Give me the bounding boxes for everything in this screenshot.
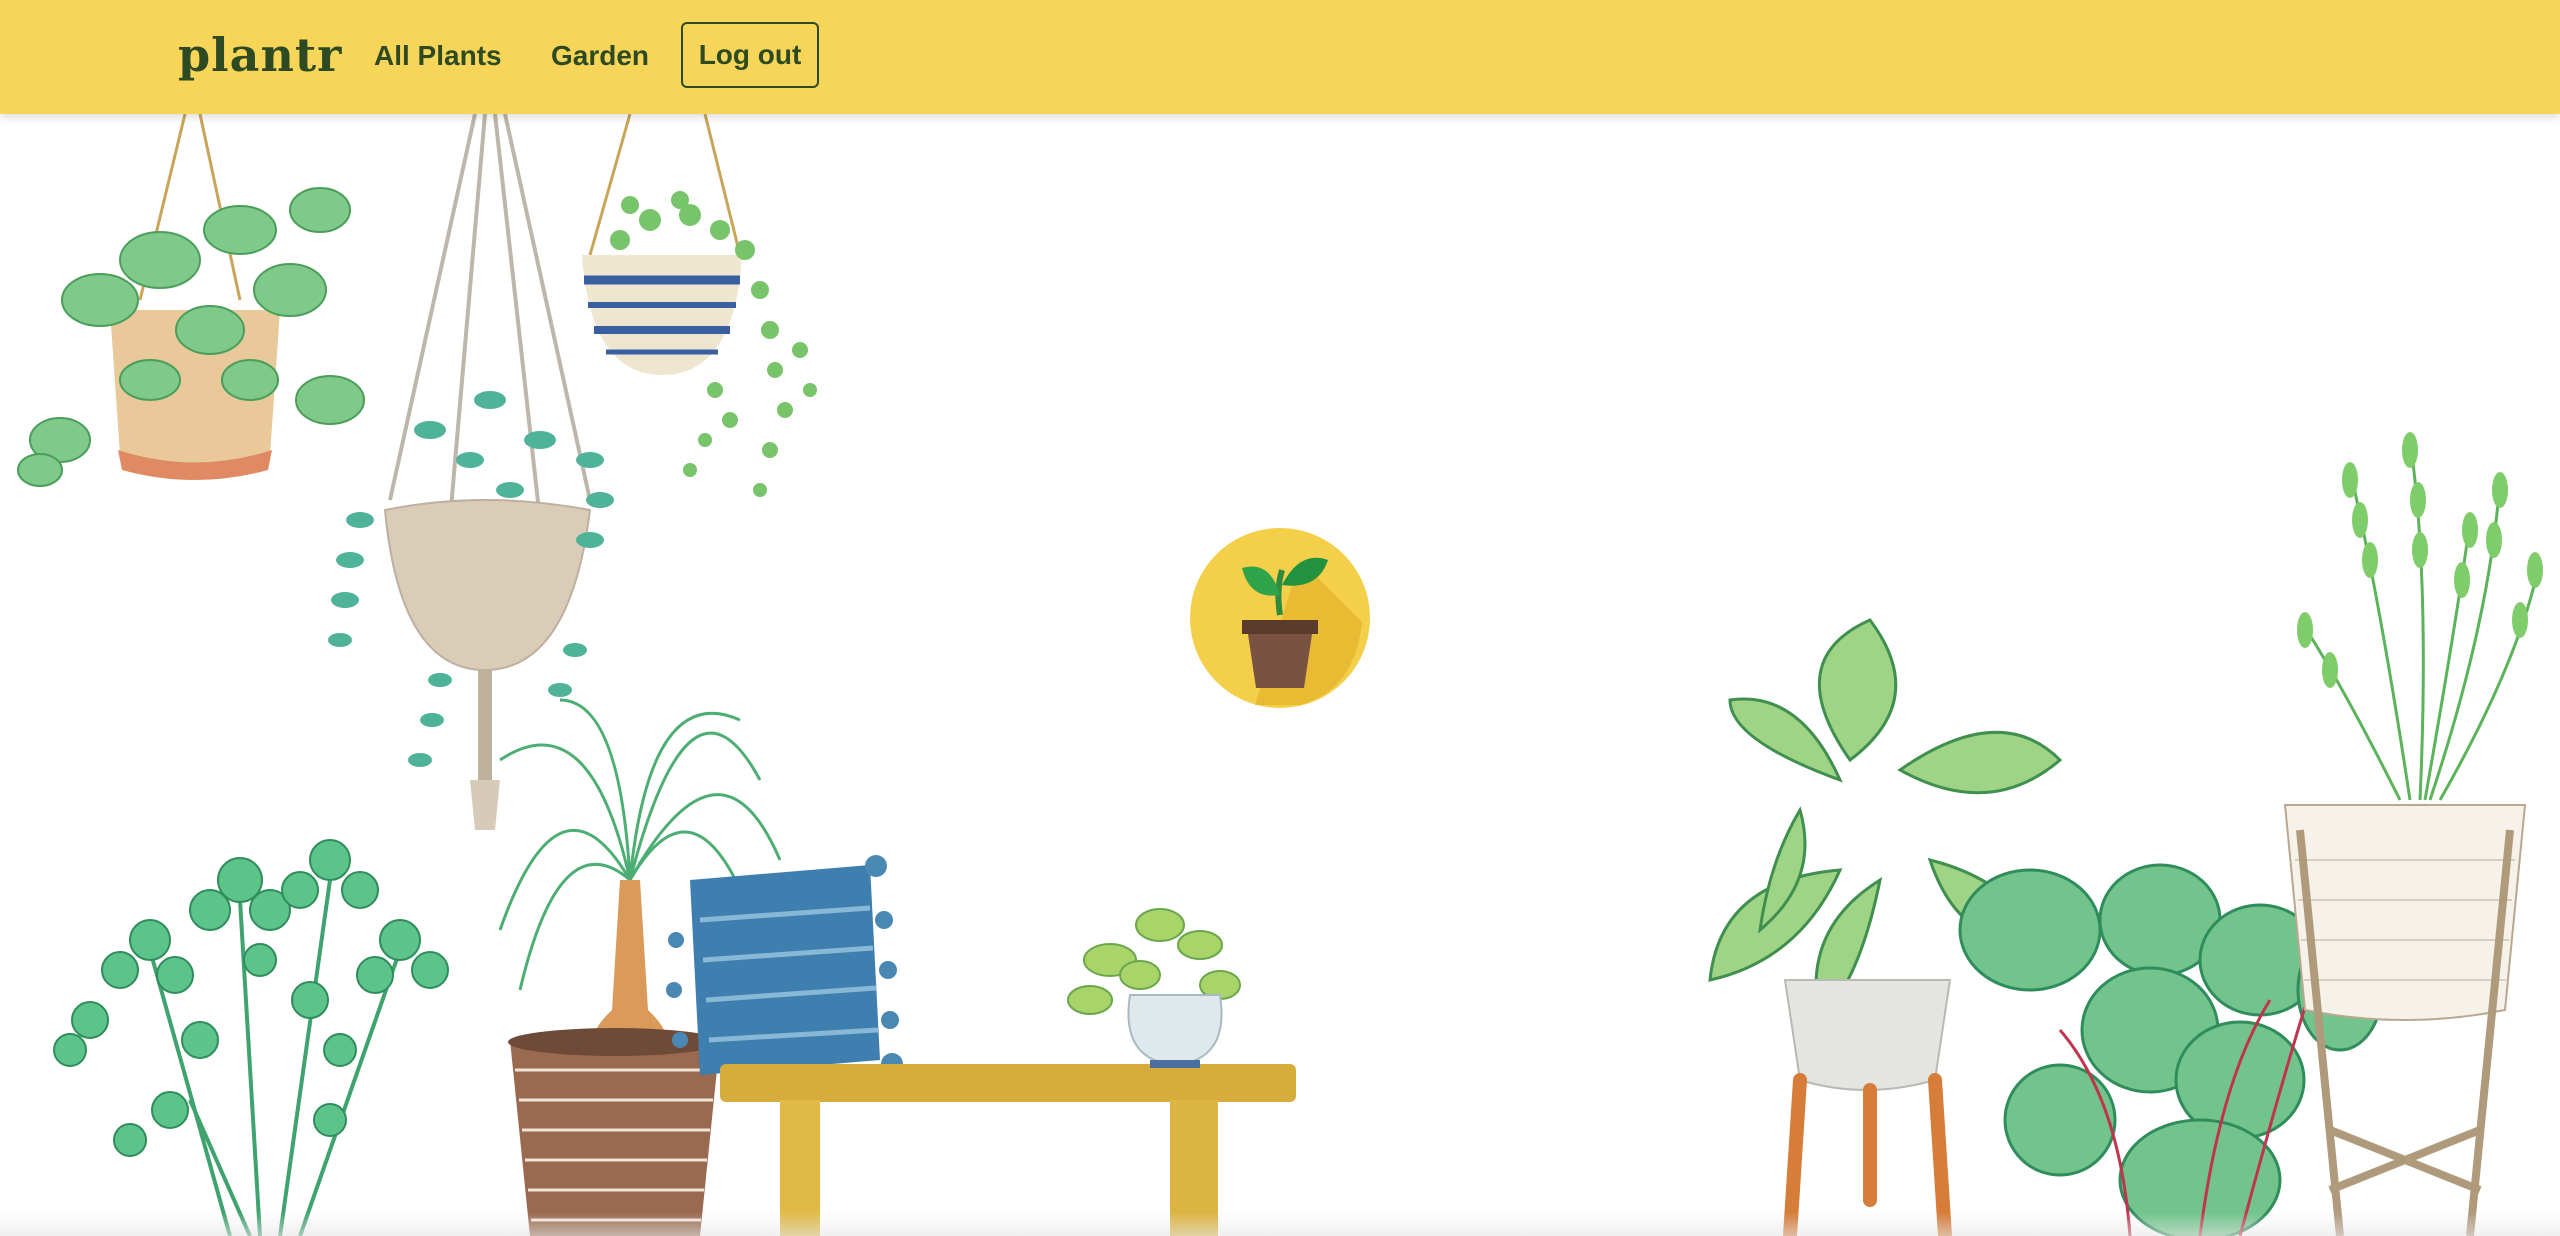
bottom-fade	[0, 1212, 2560, 1236]
wooden-bench-illustration	[720, 1064, 1296, 1236]
tall-plant-planter-illustration	[2283, 432, 2543, 1236]
nav-garden-link[interactable]: Garden	[551, 40, 649, 72]
nav-all-plants-link[interactable]: All Plants	[374, 40, 502, 72]
blue-pillow-illustration	[666, 855, 903, 1075]
clover-plant-illustration	[53, 839, 449, 1236]
top-navbar: plantr All Plants Garden Log out	[0, 0, 2560, 114]
plant-illustration-scene	[0, 114, 2560, 1236]
hanging-striped-pot-illustration	[582, 114, 817, 497]
logout-button[interactable]: Log out	[681, 22, 819, 88]
potted-sprout-icon	[1190, 528, 1370, 708]
hanging-macrame-plant-illustration	[328, 114, 614, 830]
brand-logo-link[interactable]: plantr	[178, 28, 342, 82]
hanging-ivy-plant-illustration	[17, 114, 365, 487]
small-pothos-pot-illustration	[1067, 908, 1241, 1068]
